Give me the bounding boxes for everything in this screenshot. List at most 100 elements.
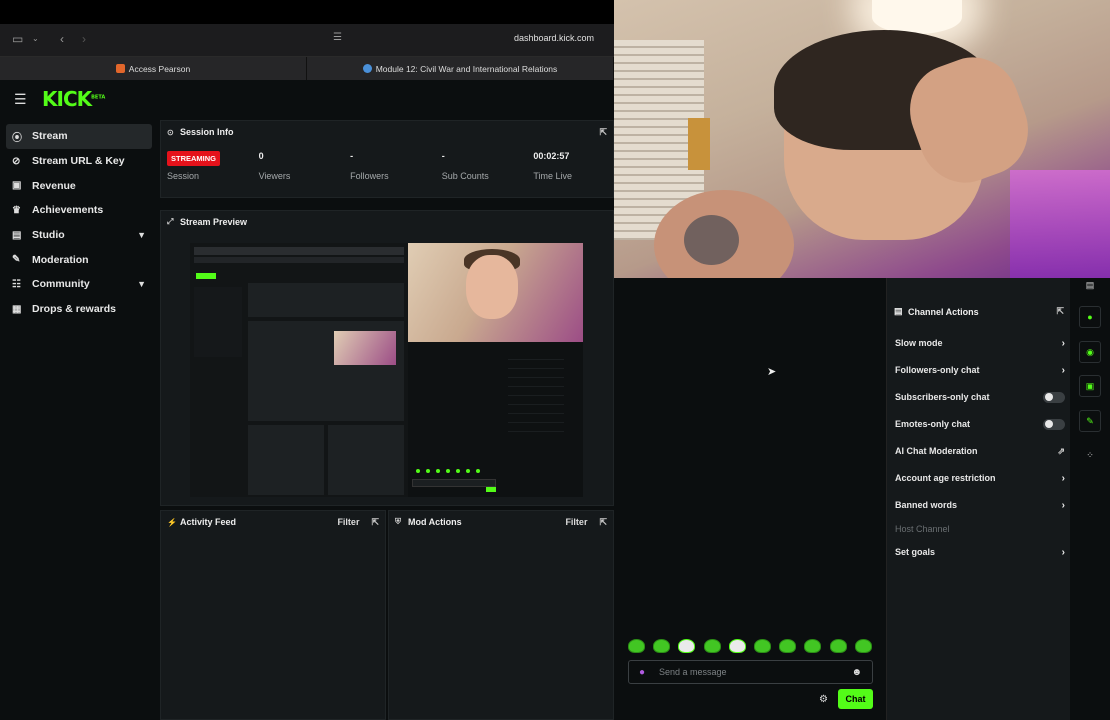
sidebar-item-label: Revenue — [32, 179, 76, 192]
right-tool-rail: ▤ ● ◉ ▣ ✎ ⁘ — [1070, 278, 1110, 720]
stat-sub-counts: - Sub Counts — [442, 151, 534, 181]
chevron-right-icon: › — [1061, 337, 1065, 349]
preview-face — [466, 255, 518, 319]
slow-mode-item[interactable]: Slow mode › — [895, 334, 1065, 352]
microphone-icon[interactable]: ● — [639, 667, 659, 678]
preview-webcam-thumb — [334, 331, 396, 365]
sidebar-item-label: Stream URL & Key — [32, 155, 125, 168]
community-icon: ☷ — [12, 278, 21, 290]
hamburger-menu-icon[interactable]: ☰ — [14, 91, 38, 108]
preview-emote — [476, 469, 480, 473]
shield-icon: ⛨ — [395, 517, 401, 526]
emote-icon[interactable] — [628, 639, 645, 653]
sidebar-item-achievements[interactable]: ♛ Achievements — [6, 198, 152, 223]
address-bar[interactable]: dashboard.kick.com — [514, 33, 594, 43]
panel-title: Session Info — [180, 127, 234, 137]
emoji-icon[interactable]: ☻ — [851, 667, 862, 678]
ai-chat-moderation-item[interactable]: AI Chat Moderation ⇗ — [895, 442, 1065, 460]
sidebar-item-stream[interactable]: ⦿ Stream — [6, 124, 152, 149]
forward-icon[interactable]: › — [82, 32, 86, 46]
kick-logo[interactable]: KICKBETA — [42, 87, 105, 111]
sidebar-item-revenue[interactable]: ▣ Revenue — [6, 173, 152, 198]
preview-emote — [416, 469, 420, 473]
chat-input[interactable]: ● Send a message ☻ — [628, 660, 873, 684]
item-label: Slow mode — [895, 338, 943, 348]
sidebar-item-moderation[interactable]: ✎ Moderation — [6, 247, 152, 272]
activity-feed-panel: ⚡ Activity Feed Filter ⇱ — [160, 510, 386, 720]
tab-module-12[interactable]: Module 12: Civil War and International R… — [307, 57, 614, 80]
channel-actions-header: ▤ Channel Actions ⇱ — [894, 306, 1064, 317]
preview-activity-panel — [248, 425, 324, 495]
webcam-feed — [614, 0, 1110, 278]
sidebar-item-drops-rewards[interactable]: ▦ Drops & rewards — [6, 297, 152, 322]
tab-access-pearson[interactable]: Access Pearson — [0, 57, 307, 80]
filter-button[interactable]: Filter — [337, 517, 359, 527]
page-menu-icon[interactable]: ☰ — [333, 32, 342, 43]
arm-tattoo — [684, 215, 739, 265]
wrench-icon: ✎ — [12, 254, 21, 266]
sidebar-item-studio[interactable]: ▤ Studio ▼ — [6, 223, 152, 248]
followers-only-item[interactable]: Followers-only chat › — [895, 361, 1065, 379]
emote-icon[interactable] — [854, 639, 872, 653]
popout-icon[interactable]: ⇱ — [599, 517, 607, 528]
pearson-favicon-icon — [115, 64, 125, 73]
stat-followers: - Followers — [350, 151, 442, 181]
stat-value: - — [441, 151, 445, 161]
stream-preview-header: ⤢ Stream Preview — [161, 211, 613, 233]
top-bar: ☰ KICKBETA — [0, 80, 614, 118]
chat-send-button[interactable]: Chat — [838, 689, 873, 709]
back-icon[interactable]: ‹ — [60, 32, 64, 46]
chevron-down-icon[interactable]: ⌄ — [32, 34, 39, 43]
popout-icon[interactable]: ⇱ — [371, 517, 379, 528]
sidebar-item-stream-url-key[interactable]: ⊘ Stream URL & Key — [6, 149, 152, 174]
banned-words-item[interactable]: Banned words › — [895, 496, 1065, 514]
subscribers-only-toggle[interactable] — [1043, 391, 1065, 403]
wrench-icon[interactable]: ✎ — [1079, 410, 1101, 432]
add-widget-icon[interactable]: ⁘ — [1079, 444, 1101, 466]
preview-mod-panel — [328, 425, 404, 495]
emote-icon[interactable] — [703, 639, 721, 653]
key-icon: ⊘ — [12, 155, 21, 167]
sidebar-item-community[interactable]: ☷ Community ▼ — [6, 272, 152, 297]
chevron-down-icon[interactable]: ▼ — [137, 230, 146, 240]
item-label: AI Chat Moderation — [895, 446, 978, 456]
broadcast-icon[interactable]: ◉ — [1079, 341, 1101, 363]
filter-button[interactable]: Filter — [565, 517, 587, 527]
preview-chat-button — [486, 487, 496, 492]
chevron-right-icon: › — [1061, 546, 1065, 558]
emote-icon[interactable] — [753, 639, 771, 653]
account-age-item[interactable]: Account age restriction › — [895, 469, 1065, 487]
item-label: Account age restriction — [895, 473, 996, 483]
stat-viewers: 0 Viewers — [259, 151, 351, 181]
module-favicon-icon — [362, 64, 372, 73]
emote-icon[interactable] — [678, 639, 696, 653]
browser-toolbar: ▭ ⌄ ‹ › ☰ dashboard.kick.com — [0, 24, 614, 56]
chevron-down-icon[interactable]: ▼ — [137, 279, 146, 289]
sidebar-item-label: Studio — [32, 229, 65, 242]
channel-info-icon[interactable]: ▣ — [1079, 375, 1101, 397]
broadcast-icon: ⦿ — [12, 132, 22, 144]
clipboard-icon[interactable]: ▤ — [1079, 274, 1101, 296]
chat-bubble-icon[interactable]: ● — [1079, 306, 1101, 328]
stream-preview-video[interactable] — [190, 243, 583, 497]
emote-icon[interactable] — [653, 639, 671, 653]
emote-icon[interactable] — [804, 639, 822, 653]
chevron-right-icon: › — [1061, 364, 1065, 376]
set-goals-item[interactable]: Set goals › — [895, 543, 1065, 561]
emote-icon[interactable] — [779, 639, 797, 653]
popout-icon[interactable]: ⇱ — [1056, 306, 1064, 317]
chat-area: ➤ ● Send a message ☻ ⚙ Chat — [614, 278, 886, 720]
emotes-only-toggle[interactable] — [1043, 418, 1065, 430]
popout-icon[interactable]: ⇱ — [599, 127, 607, 138]
panel-title: Mod Actions — [408, 517, 462, 527]
sidebar: ⦿ Stream ⊘ Stream URL & Key ▣ Revenue ♛ … — [6, 124, 152, 322]
gear-icon[interactable]: ⚙ — [819, 694, 828, 705]
emote-icon[interactable] — [829, 639, 847, 653]
sidebar-toggle-icon[interactable]: ▭ — [12, 32, 23, 46]
expand-icon: ⤢ — [167, 217, 174, 226]
sidebar-item-label: Community — [32, 278, 90, 291]
tab-label: Module 12: Civil War and International R… — [375, 63, 558, 74]
item-label: Set goals — [895, 547, 936, 557]
preview-webcam — [408, 243, 583, 342]
emote-icon[interactable] — [728, 639, 746, 653]
